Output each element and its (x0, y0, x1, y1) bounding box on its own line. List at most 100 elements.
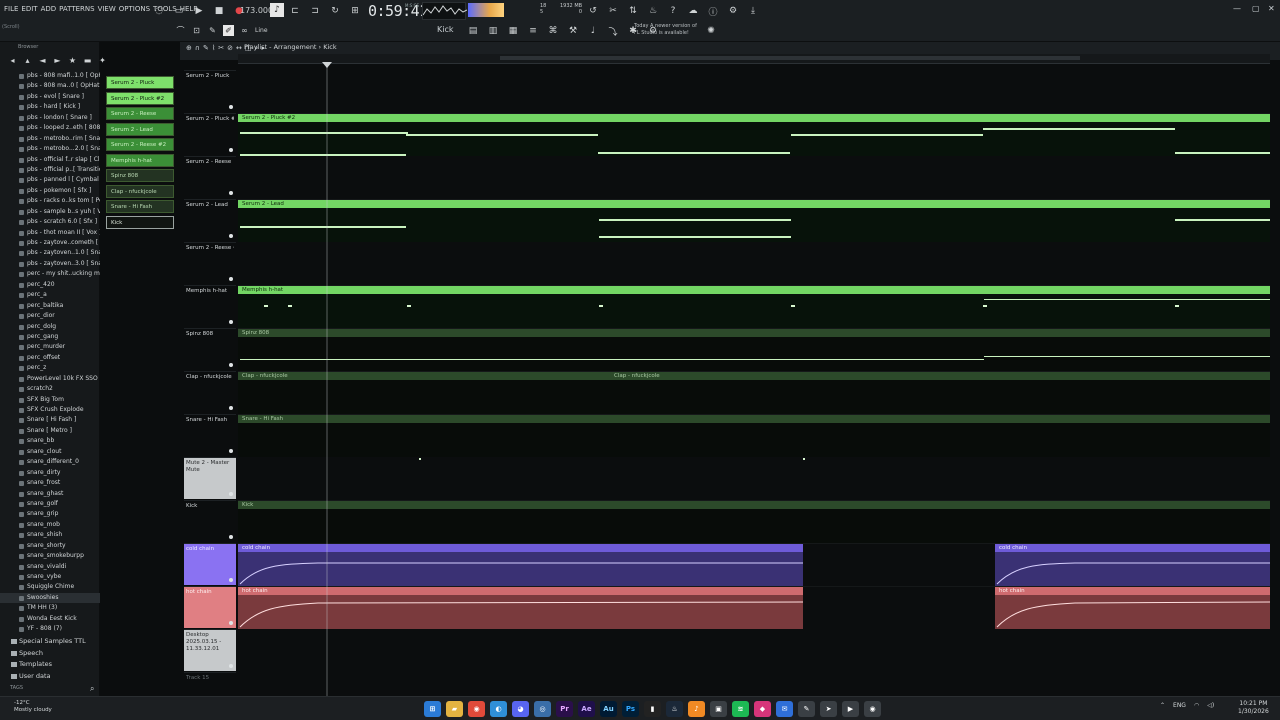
loop-record-icon[interactable]: ↻ (328, 4, 342, 18)
tempo-display[interactable]: 173.000 (240, 6, 273, 15)
volume-icon[interactable]: ◁) (1207, 702, 1214, 709)
audition-icon[interactable]: Au (600, 701, 617, 717)
browser-item[interactable]: pbs - evol [ Snare ] (0, 92, 100, 102)
browser-item[interactable]: Snare [ Metro ] (0, 426, 100, 436)
track-header[interactable]: Serum 2 - Reese #2 (184, 242, 236, 284)
fl-studio-icon[interactable]: ♪ (688, 701, 705, 717)
line-mode-label[interactable]: Line (255, 27, 268, 34)
browser-item[interactable]: perc_baltika (0, 301, 100, 311)
clip[interactable]: Clap - nfuckjcole (238, 372, 610, 414)
update-gear-icon[interactable]: ✺ (704, 24, 718, 38)
track-mute-dot[interactable] (229, 535, 233, 539)
pattern-button[interactable]: Spinz 808 (106, 169, 174, 182)
track-mute-dot[interactable] (229, 320, 233, 324)
browser-item[interactable]: pbs - official p..[ Transition] (0, 165, 100, 175)
browser-item[interactable]: pbs - london [ Snare ] (0, 113, 100, 123)
track-header[interactable]: Desktop 2025.03.15 - 11.33.12.01 (184, 629, 236, 671)
browser-item[interactable]: snare_vivaldi (0, 562, 100, 572)
track-header[interactable]: Memphis h-hat (184, 285, 236, 327)
playlist-snap-icon[interactable]: ∩ (195, 44, 200, 53)
browser-item[interactable]: pbs - looped z..eth [ 808 ]_2 (0, 123, 100, 133)
wait-icon[interactable]: ⊏ (288, 4, 302, 18)
browser-item[interactable]: snare_ghast (0, 489, 100, 499)
star-icon[interactable]: ★ (68, 56, 77, 65)
download-icon[interactable]: ⤓ (746, 4, 760, 18)
track-header[interactable]: Serum 2 - Lead (184, 199, 236, 241)
mail-icon[interactable]: ✉ (776, 701, 793, 717)
browser-item[interactable]: Wonda Eest Kick (0, 614, 100, 624)
browser-item[interactable]: pbs - scratch 6.0 [ Sfx ] (0, 217, 100, 227)
browser-item[interactable]: perc_420 (0, 280, 100, 290)
browser-item[interactable]: perc_gang (0, 332, 100, 342)
menu-item-add[interactable]: ADD (41, 5, 57, 13)
playlist-pencil-icon[interactable]: ✎ (203, 44, 209, 53)
browser-item[interactable]: snare_smokeburpp (0, 551, 100, 561)
arrangement-overview[interactable] (500, 56, 1080, 60)
scroll-left-icon[interactable]: ◄ (38, 56, 47, 65)
track-mute-dot[interactable] (229, 363, 233, 367)
browser-item[interactable]: snare_vybe (0, 572, 100, 582)
track-header[interactable]: Serum 2 - Pluck (184, 70, 236, 112)
spotify-icon[interactable]: ≋ (732, 701, 749, 717)
browser-item[interactable]: snare_golf (0, 499, 100, 509)
track-mute-dot[interactable] (229, 191, 233, 195)
stop-icon[interactable]: ■ (212, 4, 226, 18)
browser-item[interactable]: perc_z (0, 363, 100, 373)
track-mute-dot[interactable] (229, 148, 233, 152)
pattern-button[interactable]: Serum 2 - Lead (106, 122, 174, 136)
browser-item[interactable]: pbs - pokemon [ Sfx ] (0, 186, 100, 196)
browser-item[interactable]: scratch2 (0, 384, 100, 394)
browser-item[interactable]: perc_dolg (0, 322, 100, 332)
playlist-brush-icon[interactable]: ⌇ (212, 44, 215, 53)
undo-icon[interactable]: ↺ (586, 4, 600, 18)
clip[interactable]: Memphis h-hat (238, 286, 1270, 328)
chrome-profile-icon[interactable]: ◉ (864, 701, 881, 717)
track-mute-dot[interactable] (229, 449, 233, 453)
clip[interactable]: Kick (238, 501, 1270, 543)
browser-item[interactable]: perc_offset (0, 353, 100, 363)
scroll-right-icon[interactable]: ► (53, 56, 62, 65)
send-icon[interactable]: ➤ (820, 701, 837, 717)
browser-item[interactable]: perc - my shit..ucking musive (0, 269, 100, 279)
browser-item[interactable]: SFX Crush Explode (0, 405, 100, 415)
playlist-icon[interactable]: ▤ (466, 24, 480, 38)
channel-rack-icon[interactable]: ▦ (506, 24, 520, 38)
browser-folder[interactable]: Special Samples TTL (0, 636, 100, 648)
mixer-icon[interactable]: ⇅ (626, 4, 640, 18)
browser-item[interactable]: pbs - hard [ Kick ] (0, 102, 100, 112)
clip[interactable]: Snare - Hi Fash (238, 415, 1270, 460)
browser-item[interactable]: snare_different_0 (0, 457, 100, 467)
pattern-button[interactable]: Serum 2 - Reese (106, 107, 174, 120)
pattern-button[interactable]: Memphis h-hat (106, 153, 174, 167)
track-header[interactable]: Kick (184, 500, 236, 542)
clip[interactable]: Serum 2 - Lead (238, 200, 1270, 242)
browser-item[interactable]: Snare [ Hi Fash ] (0, 415, 100, 425)
track-header[interactable]: Serum 2 - Reese (184, 156, 236, 198)
play-app-icon[interactable]: ▶ (842, 701, 859, 717)
wrench-icon[interactable]: ✱ (626, 24, 640, 38)
browser-item[interactable]: snare_shish (0, 530, 100, 540)
browser-item[interactable]: snare_frost (0, 478, 100, 488)
browser-item[interactable]: YF - 808 (7) (0, 624, 100, 634)
media-app-icon[interactable]: ◆ (754, 701, 771, 717)
magnet-icon[interactable]: ⌒ (175, 25, 186, 36)
info-icon[interactable]: ⓘ (706, 4, 720, 18)
clip[interactable]: hot chain (238, 587, 803, 629)
pattern-toggle-icon[interactable]: ▭ (172, 4, 186, 18)
play-icon[interactable]: ▶ (192, 4, 206, 18)
browser-icon[interactable]: ⌘ (546, 24, 560, 38)
browser-item[interactable]: snare_clout (0, 447, 100, 457)
pattern-button[interactable]: Serum 2 - Pluck (106, 76, 174, 89)
steam-icon[interactable]: ♨ (666, 701, 683, 717)
track-mute-dot[interactable] (229, 578, 233, 582)
plugin-icon[interactable]: ⚙ (726, 4, 740, 18)
windows-start-icon[interactable]: ⊞ (424, 701, 441, 717)
browser-item[interactable]: pbs - metrobo..rim [ Snare ] (0, 134, 100, 144)
browser-folder[interactable]: Speech (0, 648, 100, 660)
after-effects-icon[interactable]: Ae (578, 701, 595, 717)
pattern-selector[interactable]: Kick (437, 25, 454, 34)
clip[interactable]: hot chain (995, 587, 1270, 629)
browser-item[interactable]: snare_bb (0, 436, 100, 446)
track-header[interactable]: cold chain (184, 543, 236, 585)
clip[interactable]: Spinz 808 (238, 329, 1270, 371)
